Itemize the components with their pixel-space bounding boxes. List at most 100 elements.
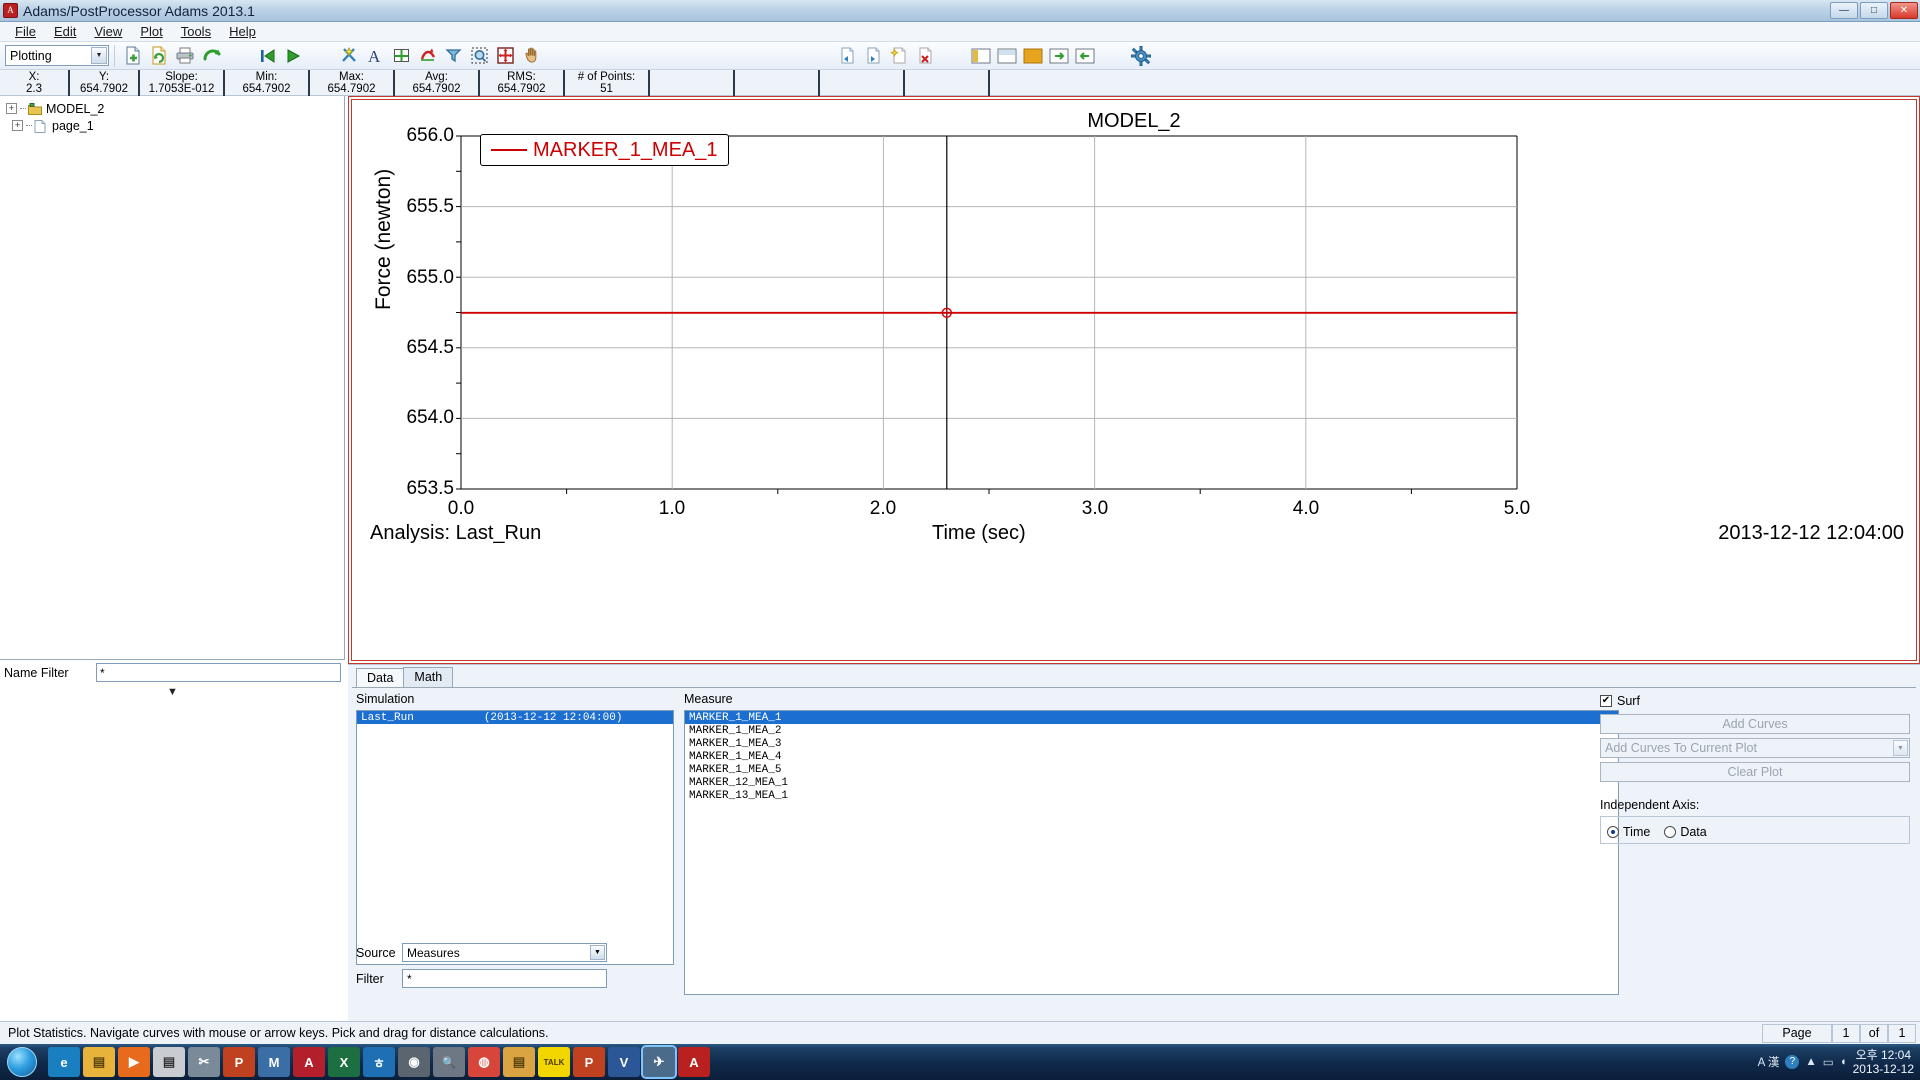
start-orb[interactable] bbox=[2, 1045, 42, 1079]
close-button[interactable]: ✕ bbox=[1890, 2, 1918, 19]
tray-volume-icon[interactable]: ◖ bbox=[1840, 1056, 1847, 1068]
new-page-icon[interactable] bbox=[120, 44, 146, 68]
name-filter-input[interactable]: * bbox=[96, 663, 341, 682]
mov-icon[interactable]: M bbox=[258, 1047, 290, 1077]
page-delete-icon[interactable] bbox=[912, 44, 938, 68]
talk-icon[interactable]: TALK bbox=[538, 1047, 570, 1077]
tray-chevron-icon[interactable]: ▲ bbox=[1805, 1056, 1816, 1068]
media-icon[interactable]: ▶ bbox=[118, 1047, 150, 1077]
tree-node-page[interactable]: + page_1 bbox=[6, 117, 344, 134]
add-curves-button[interactable]: Add Curves bbox=[1600, 714, 1910, 734]
tab-data[interactable]: Data bbox=[356, 668, 405, 688]
add-curves-to-current-plot-combo[interactable]: Add Curves To Current Plot ▼ bbox=[1600, 738, 1910, 758]
menu-help-label: Help bbox=[229, 24, 256, 39]
menu-file[interactable]: File bbox=[6, 23, 45, 40]
arrange-right-icon[interactable] bbox=[1046, 44, 1072, 68]
layout-3-icon[interactable] bbox=[1020, 44, 1046, 68]
tree-connector-2 bbox=[26, 125, 32, 126]
page-next-icon[interactable] bbox=[860, 44, 886, 68]
chevron-down-icon[interactable]: ▼ bbox=[91, 47, 107, 64]
folder2-icon[interactable]: ▤ bbox=[503, 1047, 535, 1077]
layout-1-icon[interactable] bbox=[968, 44, 994, 68]
text-tool-icon[interactable]: A bbox=[362, 44, 388, 68]
filter-input[interactable]: * bbox=[402, 969, 607, 988]
list-item[interactable]: MARKER_1_MEA_3 bbox=[685, 737, 1618, 750]
expander-icon-2[interactable]: + bbox=[12, 120, 23, 131]
curve-tool-icon[interactable] bbox=[414, 44, 440, 68]
tree-node-model[interactable]: + MODEL_2 bbox=[6, 100, 344, 117]
menu-view[interactable]: View bbox=[85, 23, 131, 40]
clear-plot-icon[interactable] bbox=[336, 44, 362, 68]
menu-edit[interactable]: Edit bbox=[45, 23, 85, 40]
list-item-simulation[interactable]: Last_Run (2013-12-12 12:04:00) bbox=[357, 711, 673, 724]
clear-plot-button[interactable]: Clear Plot bbox=[1600, 762, 1910, 782]
mode-combo[interactable]: Plotting ▼ bbox=[5, 45, 109, 66]
surf-checkbox[interactable]: ✔ bbox=[1600, 695, 1612, 707]
list-item[interactable]: MARKER_12_MEA_1 bbox=[685, 776, 1618, 789]
adams-sim-icon[interactable]: ✈ bbox=[641, 1045, 677, 1079]
camera-icon[interactable]: ◉ bbox=[398, 1047, 430, 1077]
menu-plot[interactable]: Plot bbox=[131, 23, 171, 40]
source-combo[interactable]: Measures ▼ bbox=[402, 943, 607, 962]
independent-axis-time-option[interactable]: Time bbox=[1607, 825, 1650, 839]
print-icon[interactable] bbox=[172, 44, 198, 68]
undo-icon[interactable] bbox=[198, 44, 224, 68]
ime-indicator[interactable]: A 漢 bbox=[1758, 1054, 1780, 1070]
independent-axis-data-option[interactable]: Data bbox=[1664, 825, 1707, 839]
layout-2-icon[interactable] bbox=[994, 44, 1020, 68]
zoom-select-icon[interactable] bbox=[466, 44, 492, 68]
pan-hand-icon[interactable] bbox=[518, 44, 544, 68]
fit-icon[interactable] bbox=[492, 44, 518, 68]
excel-icon[interactable]: X bbox=[328, 1047, 360, 1077]
minimize-button[interactable]: — bbox=[1830, 2, 1858, 19]
explorer-icon[interactable]: ▤ bbox=[83, 1047, 115, 1077]
maximize-button[interactable]: □ bbox=[1860, 2, 1888, 19]
plot-legend[interactable]: MARKER_1_MEA_1 bbox=[480, 134, 729, 166]
help-icon[interactable]: ? bbox=[1785, 1055, 1800, 1069]
model-folder-icon bbox=[28, 102, 42, 115]
measure-list[interactable]: MARKER_1_MEA_1 MARKER_1_MEA_2 MARKER_1_M… bbox=[684, 710, 1619, 995]
radio-time[interactable] bbox=[1607, 825, 1619, 838]
arrange-left-icon[interactable] bbox=[1072, 44, 1098, 68]
radio-data[interactable] bbox=[1664, 825, 1677, 838]
visio-icon[interactable]: V bbox=[608, 1047, 640, 1077]
notepad-icon[interactable]: ▤ bbox=[153, 1047, 185, 1077]
tab-math[interactable]: Math bbox=[403, 667, 454, 687]
menu-help[interactable]: Help bbox=[220, 23, 265, 40]
list-item[interactable]: MARKER_1_MEA_4 bbox=[685, 750, 1618, 763]
scissors-icon[interactable]: ✂ bbox=[188, 1047, 220, 1077]
filter-tool-icon[interactable] bbox=[440, 44, 466, 68]
page-prev-icon[interactable] bbox=[834, 44, 860, 68]
source-row: Source Measures ▼ bbox=[356, 943, 607, 962]
stat-y-label: Y: bbox=[98, 71, 110, 83]
tray-network-icon[interactable]: ▭ bbox=[1823, 1055, 1834, 1069]
clock[interactable]: 오후 12:04 2013-12-12 bbox=[1853, 1048, 1914, 1076]
stat-max: Max: 654.7902 bbox=[310, 70, 395, 96]
list-item[interactable]: MARKER_1_MEA_5 bbox=[685, 763, 1618, 776]
play-icon[interactable] bbox=[280, 44, 306, 68]
simulation-list[interactable]: Last_Run (2013-12-12 12:04:00) bbox=[356, 710, 674, 965]
chevron-down-icon-addcurves[interactable]: ▼ bbox=[1893, 740, 1908, 756]
menu-tools[interactable]: Tools bbox=[172, 23, 220, 40]
first-frame-icon[interactable] bbox=[254, 44, 280, 68]
chrome-icon[interactable]: ◍ bbox=[468, 1047, 500, 1077]
expander-icon[interactable]: + bbox=[6, 103, 17, 114]
list-item[interactable]: MARKER_1_MEA_2 bbox=[685, 724, 1618, 737]
surf-checkbox-row[interactable]: ✔ Surf bbox=[1600, 692, 1910, 710]
settings-gear-icon[interactable] bbox=[1128, 44, 1154, 68]
list-item[interactable]: MARKER_13_MEA_1 bbox=[685, 789, 1618, 802]
adams-app-icon[interactable]: A bbox=[678, 1047, 710, 1077]
hancom-icon[interactable]: ㅎ bbox=[363, 1047, 395, 1077]
axis-tool-icon[interactable] bbox=[388, 44, 414, 68]
powerpoint2-icon[interactable]: P bbox=[573, 1047, 605, 1077]
powerpoint-icon[interactable]: P bbox=[223, 1047, 255, 1077]
plot-canvas[interactable]: MODEL_2 Force (newton) Time (sec) Analys… bbox=[348, 96, 1920, 664]
chevron-down-icon-source[interactable]: ▼ bbox=[590, 945, 605, 960]
autocad-icon[interactable]: A bbox=[293, 1047, 325, 1077]
page-new-icon[interactable] bbox=[886, 44, 912, 68]
list-item[interactable]: MARKER_1_MEA_1 bbox=[685, 711, 1618, 724]
reload-page-icon[interactable] bbox=[146, 44, 172, 68]
name-filter-dropdown-arrow[interactable]: ▼ bbox=[0, 682, 345, 698]
search-icon[interactable]: 🔍 bbox=[433, 1047, 465, 1077]
ie-icon[interactable]: e bbox=[48, 1047, 80, 1077]
